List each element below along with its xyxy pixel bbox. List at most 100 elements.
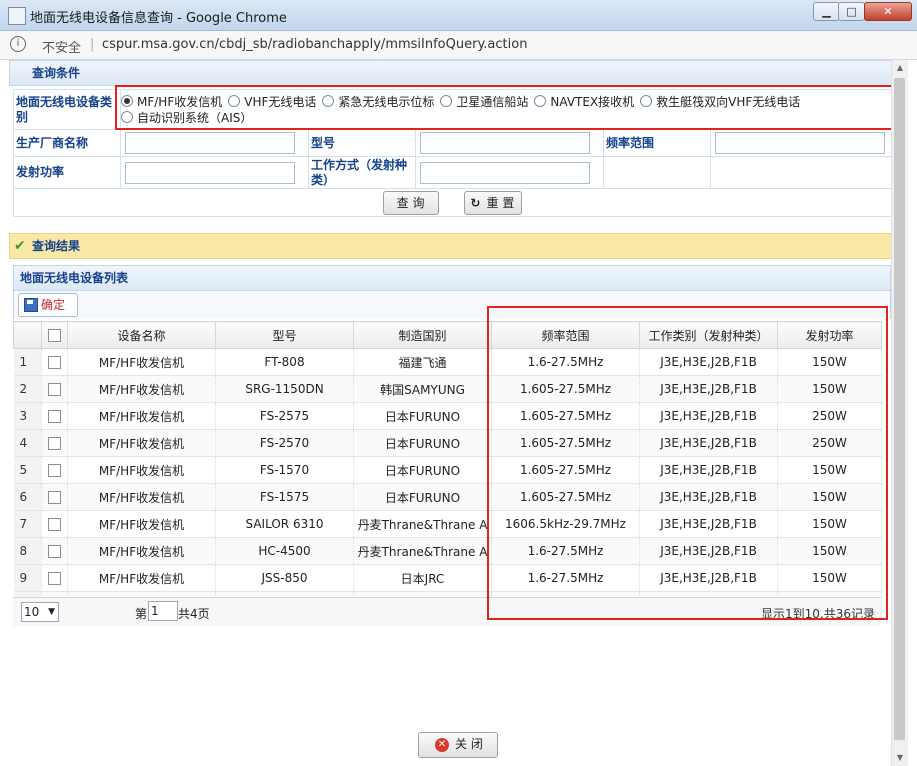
table-row[interactable]: 1 MF/HF收发信机 FT-808 福建飞通 1.6-27.5MHz J3E,H3E,J… (13, 348, 882, 376)
query-panel-header: 查询条件 (9, 60, 892, 86)
query-form: 地面无线电设备类别 MF/HF收发信机 VHF无线电话 紧急无线电示位标 卫星通信船站… (12, 89, 893, 217)
radio-button[interactable] (640, 94, 653, 107)
page-size-select[interactable]: 10 ▼ (21, 602, 59, 622)
window-title: 地面无线电设备信息查询 - Google Chrome (30, 11, 287, 26)
cell-name: MF/HF收发信机 (67, 537, 216, 565)
column-header[interactable]: 工作类别（发射种类） (639, 321, 778, 349)
column-header[interactable]: 制造国别 (353, 321, 492, 349)
cell-mode: J3E,H3E,J2B,F1B (639, 348, 778, 376)
row-checkbox[interactable] (48, 410, 61, 423)
category-radio-option[interactable]: VHF无线电话 (228, 94, 316, 110)
row-number: 2 (13, 375, 42, 403)
category-radio-option[interactable]: 卫星通信船站 (440, 94, 528, 110)
scroll-down-icon[interactable]: ▼ (892, 750, 908, 766)
category-radio-option[interactable]: MF/HF收发信机 (121, 94, 222, 110)
cell-power: 150W (777, 456, 882, 484)
frequency-input[interactable] (715, 132, 885, 154)
radio-button[interactable] (228, 94, 241, 107)
column-header[interactable]: 频率范围 (491, 321, 640, 349)
minimize-button[interactable]: ▁ (813, 2, 840, 21)
row-checkbox[interactable] (48, 518, 61, 531)
cell-maker: 日本JRC (353, 564, 492, 592)
category-radio-option[interactable]: 救生艇筏双向VHF无线电话 (640, 94, 800, 110)
window-titlebar: 地面无线电设备信息查询 - Google Chrome ▁ □ ✕ (0, 0, 917, 31)
row-checkbox[interactable] (48, 545, 61, 558)
row-checkbox-cell[interactable] (41, 564, 68, 592)
table-row[interactable]: 5 MF/HF收发信机 FS-1570 日本FURUNO 1.605-27.5MHz J3… (13, 456, 882, 484)
table-row[interactable]: 8 MF/HF收发信机 HC-4500 丹麦Thrane&Thrane A 1.6-27… (13, 537, 882, 565)
address-bar[interactable]: i 不安全 | cspur.msa.gov.cn/cbdj_sb/radioba… (0, 31, 917, 60)
category-radio-option[interactable]: NAVTEX接收机 (534, 94, 634, 110)
cell-mode: J3E,H3E,J2B,F1B (639, 510, 778, 538)
list-title: 地面无线电设备列表 (20, 271, 129, 285)
table-row[interactable]: 2 MF/HF收发信机 SRG-1150DN 韩国SAMYUNG 1.605-27.5M… (13, 375, 882, 403)
radio-button[interactable] (121, 94, 133, 107)
table-row[interactable]: 9 MF/HF收发信机 JSS-850 日本JRC 1.6-27.5MHz J3E,H3E… (13, 564, 882, 592)
category-radio-option[interactable]: 紧急无线电示位标 (322, 94, 434, 110)
row-checkbox-cell[interactable] (41, 537, 68, 565)
row-checkbox[interactable] (48, 437, 61, 450)
table-row[interactable]: 3 MF/HF收发信机 FS-2575 日本FURUNO 1.605-27.5MHz J3… (13, 402, 882, 430)
address-separator: | (90, 37, 95, 52)
row-number: 1 (13, 348, 42, 376)
url-text[interactable]: cspur.msa.gov.cn/cbdj_sb/radiobanchapply… (102, 37, 527, 52)
cell-mode: J3E,H3E,J2B,F1B (639, 564, 778, 592)
table-row[interactable]: 7 MF/HF收发信机 SAILOR 6310 丹麦Thrane&Thrane A 16… (13, 510, 882, 538)
work-mode-input[interactable] (420, 161, 590, 184)
model-input[interactable] (420, 132, 590, 154)
category-radio-group: MF/HF收发信机 VHF无线电话 紧急无线电示位标 卫星通信船站 NAVTEX接收机 救… (119, 89, 893, 130)
query-panel-title: 查询条件 (32, 66, 81, 80)
row-checkbox[interactable] (48, 356, 61, 369)
cell-maker: 丹麦Thrane&Thrane A (353, 537, 492, 565)
cell-freq: 1.605-27.5MHz (491, 429, 640, 457)
cell-model: FS-2575 (215, 402, 354, 430)
cell-model: SRG-1150DN (215, 375, 354, 403)
category-radio-option[interactable]: 自动识别系统（AIS） (121, 110, 252, 126)
maximize-button[interactable]: □ (838, 2, 865, 21)
result-header: ✔ 查询结果 (9, 233, 892, 259)
column-header[interactable]: 发射功率 (777, 321, 882, 349)
row-checkbox[interactable] (48, 572, 61, 585)
row-checkbox-cell[interactable] (41, 429, 68, 457)
table-row[interactable]: 6 MF/HF收发信机 FS-1575 日本FURUNO 1.605-27.5MHz J3… (13, 483, 882, 511)
radio-button[interactable] (440, 94, 453, 107)
scroll-thumb[interactable] (894, 78, 905, 740)
row-checkbox[interactable] (48, 491, 61, 504)
row-number: 9 (13, 564, 42, 592)
select-all-header[interactable] (41, 321, 68, 349)
security-status[interactable]: 不安全 (42, 37, 81, 56)
row-checkbox-cell[interactable] (41, 510, 68, 538)
radio-button[interactable] (322, 94, 335, 107)
power-input[interactable] (125, 161, 295, 184)
radio-button[interactable] (534, 94, 547, 107)
cell-maker: 韩国SAMYUNG (353, 375, 492, 403)
device-table: 设备名称 型号 制造国别 频率范围 工作类别（发射种类） 发射功率 1 MF/HF… (13, 321, 882, 619)
radio-label: 紧急无线电示位标 (338, 94, 435, 109)
scroll-up-icon[interactable]: ▲ (892, 60, 908, 76)
power-label: 发射功率 (13, 156, 121, 189)
row-checkbox[interactable] (48, 464, 61, 477)
close-button[interactable]: ✕ 关 闭 (418, 732, 498, 758)
radio-button[interactable] (121, 110, 133, 123)
dropdown-arrow-icon: ▼ (48, 607, 55, 617)
vertical-scrollbar[interactable]: ▲ ▼ (891, 60, 908, 766)
row-checkbox-cell[interactable] (41, 348, 68, 376)
row-checkbox-cell[interactable] (41, 456, 68, 484)
table-row[interactable]: 4 MF/HF收发信机 FS-2570 日本FURUNO 1.605-27.5MHz J3… (13, 429, 882, 457)
manufacturer-input[interactable] (125, 132, 295, 154)
select-all-checkbox[interactable] (48, 329, 61, 342)
row-checkbox-cell[interactable] (41, 402, 68, 430)
reset-button[interactable]: ↻ 重 置 (464, 190, 523, 215)
row-checkbox[interactable] (48, 383, 61, 396)
close-window-button[interactable]: ✕ (864, 2, 912, 21)
cell-maker: 丹麦Thrane&Thrane A (353, 510, 492, 538)
row-checkbox-cell[interactable] (41, 375, 68, 403)
page-number-input[interactable]: 1 (148, 601, 178, 621)
column-header[interactable]: 设备名称 (67, 321, 216, 349)
column-header[interactable]: 型号 (215, 321, 354, 349)
cell-freq: 1.6-27.5MHz (491, 348, 640, 376)
search-button[interactable]: 查 询 (382, 190, 439, 215)
confirm-button[interactable]: 确定 (18, 293, 78, 317)
row-checkbox-cell[interactable] (41, 483, 68, 511)
info-icon[interactable]: i (10, 36, 26, 52)
